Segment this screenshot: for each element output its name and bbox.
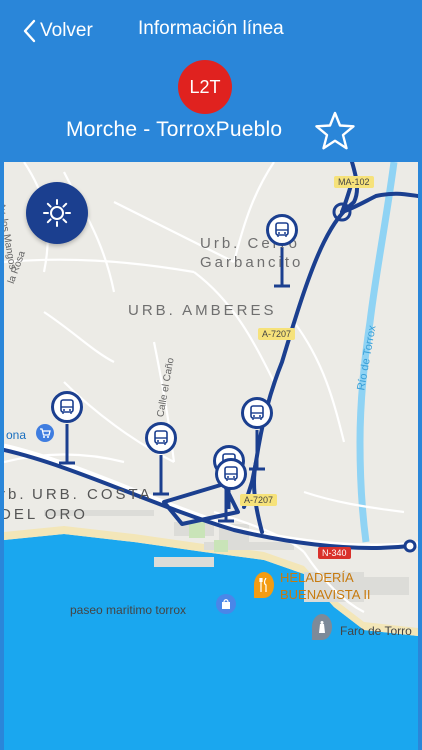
- back-button[interactable]: Volver: [22, 18, 93, 44]
- label-rb: rb.: [4, 486, 27, 503]
- star-outline-icon[interactable]: [314, 110, 356, 152]
- line-badge: L2T: [178, 60, 232, 114]
- shopping-bag-icon[interactable]: [216, 594, 236, 614]
- bus-stop-icon[interactable]: [215, 458, 247, 490]
- bus-stop-icon[interactable]: [51, 391, 83, 423]
- shopping-cart-icon[interactable]: [36, 424, 54, 442]
- bus-stop-icon[interactable]: [145, 422, 177, 454]
- label-faro: Faro de Torro: [340, 624, 412, 638]
- page-title: Información línea: [138, 18, 284, 39]
- sun-icon: [43, 199, 71, 227]
- road-tag-n340: N-340: [318, 547, 351, 559]
- label-heladeria-2: BUENAVISTA II: [280, 587, 371, 602]
- label-ona: ona: [6, 428, 27, 442]
- label-garbancito: Garbancito: [200, 254, 304, 271]
- label-urb-costa: URB. COSTA: [32, 486, 153, 503]
- bus-stop-icon[interactable]: [266, 214, 298, 246]
- lighthouse-icon[interactable]: [312, 614, 332, 640]
- label-urb-amberes: URB. AMBERES: [128, 302, 277, 319]
- bus-stop-icon[interactable]: [241, 397, 273, 429]
- route-name: Morche - TorroxPueblo: [66, 118, 283, 141]
- route-line-north: [252, 162, 360, 534]
- road-tag-a7207-1: A-7207: [258, 328, 296, 340]
- map-style-button[interactable]: [26, 182, 88, 244]
- restaurant-icon[interactable]: [254, 572, 274, 598]
- label-paseo: paseo maritimo torrox: [70, 603, 187, 617]
- road-tag-ma102: MA-102: [334, 176, 374, 188]
- label-del-oro: DEL ORO: [4, 506, 88, 523]
- route-map[interactable]: Av. los Mangos la Rosa Urb. Cerro Garban…: [4, 162, 418, 750]
- chevron-left-icon: [23, 19, 36, 43]
- label-heladeria-1: HELADERÍA: [280, 570, 354, 585]
- back-label: Volver: [40, 20, 93, 41]
- road-tag-a7207-2: A-7207: [240, 494, 278, 506]
- app-header: Volver Información línea L2T Morche - To…: [0, 0, 422, 162]
